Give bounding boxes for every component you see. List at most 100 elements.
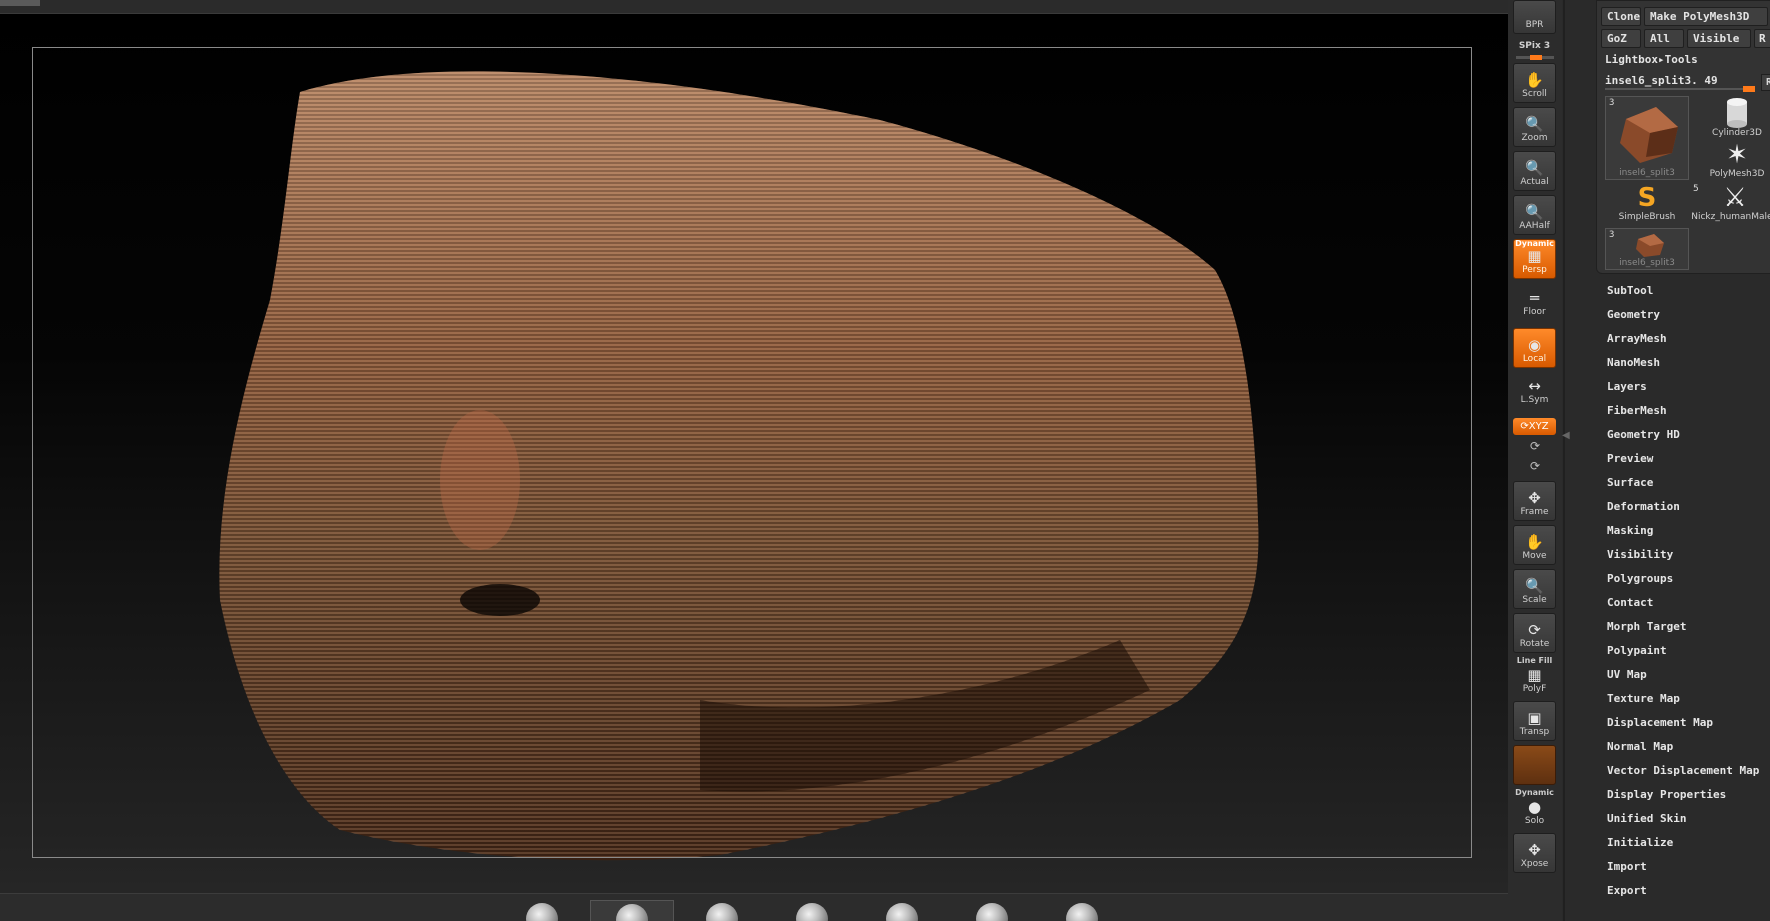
scale-button[interactable]: 🔍 Scale xyxy=(1513,569,1556,609)
human-figure-icon: ⚔ xyxy=(1723,183,1747,213)
subpalette-polygroups[interactable]: Polygroups xyxy=(1607,572,1673,585)
subpalette-arraymesh[interactable]: ArrayMesh xyxy=(1607,332,1667,345)
goz-r-button[interactable]: R xyxy=(1754,29,1770,48)
current-tool-r-button[interactable]: R xyxy=(1761,74,1770,91)
floor-button[interactable]: ═ Floor xyxy=(1513,284,1556,320)
subpalette-uv-map[interactable]: UV Map xyxy=(1607,668,1647,681)
persp-button[interactable]: Dynamic ▦ Persp xyxy=(1513,239,1556,279)
subpalette-polypaint[interactable]: Polypaint xyxy=(1607,644,1667,657)
tool-box: Clone Make PolyMesh3D GoZ All Visible R … xyxy=(1596,0,1770,274)
ghost-button[interactable] xyxy=(1513,745,1556,785)
brush-claybuildup[interactable] xyxy=(680,900,764,921)
brush-move[interactable] xyxy=(590,900,674,921)
solo-button[interactable]: Dynamic ● Solo xyxy=(1513,788,1556,829)
tool-simplebrush[interactable]: S SimpleBrush xyxy=(1605,184,1689,222)
viewport-canvas[interactable] xyxy=(0,0,1508,893)
brush-damstandard[interactable] xyxy=(770,900,854,921)
collapse-arrow-icon[interactable]: ◀ xyxy=(1562,430,1570,441)
simplebrush-icon: S xyxy=(1637,183,1657,213)
local-button[interactable]: ◉ Local xyxy=(1513,328,1556,368)
brush-pinch[interactable] xyxy=(1040,900,1124,921)
subpalette-unified-skin[interactable]: Unified Skin xyxy=(1607,812,1686,825)
subpalette-export[interactable]: Export xyxy=(1607,884,1647,897)
subpalette-fibermesh[interactable]: FiberMesh xyxy=(1607,404,1667,417)
transp-button[interactable]: ▣ Transp xyxy=(1513,701,1556,741)
subpalette-deformation[interactable]: Deformation xyxy=(1607,500,1680,513)
scroll-button[interactable]: ✋ Scroll xyxy=(1513,63,1556,103)
persp-label: Persp xyxy=(1522,265,1547,275)
spix-knob[interactable] xyxy=(1530,55,1542,60)
xyz-rotate-button[interactable]: ⟳XYZ xyxy=(1513,418,1556,435)
goz-all-button[interactable]: All xyxy=(1644,29,1684,48)
xpose-label: Xpose xyxy=(1520,859,1549,869)
bpr-button[interactable]: BPR xyxy=(1513,0,1556,34)
local-symmetry-icon: ◉ xyxy=(1527,336,1542,354)
goz-visible-button[interactable]: Visible xyxy=(1687,29,1751,48)
rotate-button[interactable]: ⟳ Rotate xyxy=(1513,613,1556,653)
subpalette-preview[interactable]: Preview xyxy=(1607,452,1653,465)
brush-imm[interactable] xyxy=(860,900,944,921)
subpalette-normal-map[interactable]: Normal Map xyxy=(1607,740,1673,753)
subpalette-texture-map[interactable]: Texture Map xyxy=(1607,692,1680,705)
xpose-button[interactable]: ✥ Xpose xyxy=(1513,833,1556,873)
magnifier-icon: 🔍 xyxy=(1525,577,1544,595)
tool-caption: Nickz_humanMaleA xyxy=(1691,212,1770,222)
actual-button[interactable]: 🔍 Actual xyxy=(1513,151,1556,191)
subpalette-displacement-map[interactable]: Displacement Map xyxy=(1607,716,1713,729)
spix-slider[interactable] xyxy=(1516,55,1554,60)
transparency-icon: ▣ xyxy=(1527,709,1542,727)
move-button[interactable]: ✋ Move xyxy=(1513,525,1556,565)
goz-button[interactable]: GoZ xyxy=(1601,29,1641,48)
subpalette-morph-target[interactable]: Morph Target xyxy=(1607,620,1686,633)
subpalette-geometry[interactable]: Geometry xyxy=(1607,308,1660,321)
magnifier-icon: 🔍 xyxy=(1525,159,1544,177)
mesh-thumbnail-icon xyxy=(1620,107,1678,163)
subpalette-visibility[interactable]: Visibility xyxy=(1607,548,1673,561)
bpr-label: BPR xyxy=(1525,20,1544,30)
subpalette-surface[interactable]: Surface xyxy=(1607,476,1653,489)
frame-button[interactable]: ✥ Frame xyxy=(1513,481,1556,521)
current-tool-knob[interactable] xyxy=(1743,86,1755,92)
tool-thumb-caption: insel6_split3 xyxy=(1619,168,1675,178)
rotate-z-icon[interactable]: ⟳ xyxy=(1526,459,1544,475)
subpalette-import[interactable]: Import xyxy=(1607,860,1647,873)
subpalette-geometry-hd[interactable]: Geometry HD xyxy=(1607,428,1680,441)
floor-label: Floor xyxy=(1523,307,1546,317)
subpalette-display-properties[interactable]: Display Properties xyxy=(1607,788,1726,801)
symmetry-arrows-icon: ↔ xyxy=(1528,377,1541,395)
lsym-button[interactable]: ↔ L.Sym xyxy=(1513,372,1556,408)
brush-standard[interactable] xyxy=(500,900,584,921)
tool-cylinder3d[interactable]: Cylinder3D xyxy=(1697,96,1770,138)
subpalette-subtool[interactable]: SubTool xyxy=(1607,284,1653,297)
subpalette-vector-displacement-map[interactable]: Vector Displacement Map xyxy=(1607,764,1759,777)
zoom-button[interactable]: 🔍 Zoom xyxy=(1513,107,1556,147)
solo-dynamic-tag: Dynamic xyxy=(1515,788,1554,797)
current-tool-slider[interactable] xyxy=(1605,86,1755,92)
tool-thumb-insel6-large[interactable]: 3 insel6_split3 xyxy=(1605,96,1689,180)
subpalette-initialize[interactable]: Initialize xyxy=(1607,836,1673,849)
subpalette-nanomesh[interactable]: NanoMesh xyxy=(1607,356,1660,369)
zoom-label: Zoom xyxy=(1521,133,1548,143)
aahalf-button[interactable]: 🔍 AAHalf xyxy=(1513,195,1556,235)
tray-separator[interactable]: ◀ xyxy=(1562,0,1592,921)
polyf-label: PolyF xyxy=(1522,684,1547,694)
lightbox-tools-link[interactable]: Lightbox▸Tools xyxy=(1605,53,1698,66)
tool-nickz-humanmale[interactable]: 5 ⚔ Nickz_humanMaleA xyxy=(1689,184,1770,222)
polyf-linefill-tag: Line Fill xyxy=(1516,656,1553,665)
subpalette-masking[interactable]: Masking xyxy=(1607,524,1653,537)
subpalette-contact[interactable]: Contact xyxy=(1607,596,1653,609)
make-polymesh-button[interactable]: Make PolyMesh3D xyxy=(1644,7,1768,26)
brush-inflate[interactable] xyxy=(950,900,1034,921)
move-label: Move xyxy=(1522,551,1547,561)
magnifier-icon: 🔍 xyxy=(1525,115,1544,133)
tool-thumb-insel6-small[interactable]: 3 insel6_split3 xyxy=(1605,228,1689,270)
local-label: Local xyxy=(1522,354,1547,364)
clone-button[interactable]: Clone xyxy=(1601,7,1641,26)
xpose-icon: ✥ xyxy=(1528,841,1541,859)
subpalette-layers[interactable]: Layers xyxy=(1607,380,1647,393)
tool-polymesh3d[interactable]: ✶ PolyMesh3D xyxy=(1697,141,1770,179)
rotate-y-icon[interactable]: ⟳ xyxy=(1526,439,1544,455)
brush-sphere-icon xyxy=(886,903,918,921)
separator-bar xyxy=(1563,0,1565,921)
polyf-button[interactable]: Line Fill ▦ PolyF xyxy=(1513,656,1556,697)
